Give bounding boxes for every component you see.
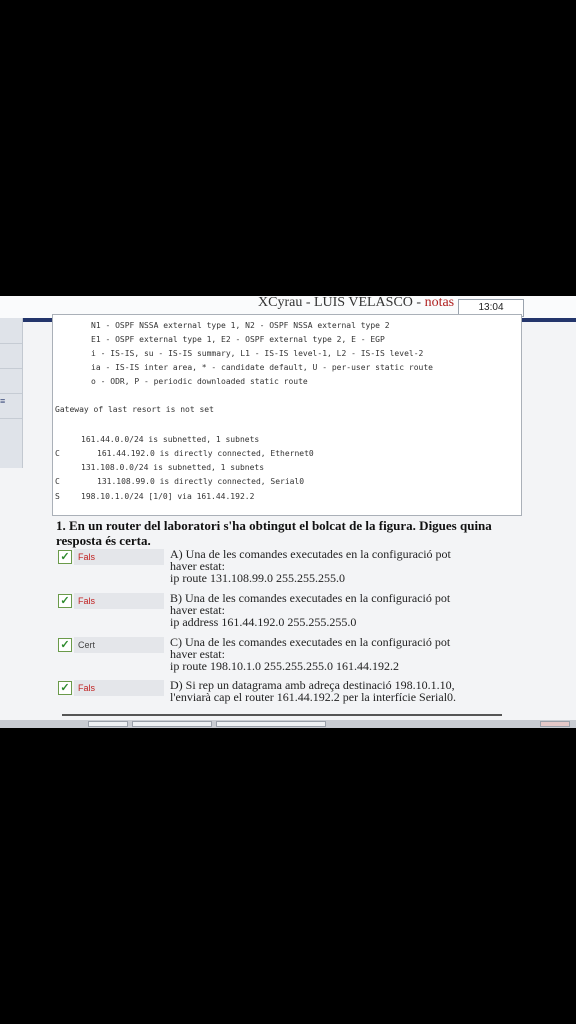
answer-option-d: ✓ Fals D) Si rep un datagrama amb adreça… [56, 679, 526, 723]
answer-status-badge[interactable]: Fals [74, 680, 164, 696]
taskbar-button[interactable] [132, 721, 212, 727]
browser-screen: XCyrau - LUIS VELASCO - notas 13:04 ≡ N1… [0, 296, 576, 728]
title-notas-link[interactable]: notas [425, 296, 455, 310]
answer-status-badge[interactable]: Fals [74, 593, 164, 609]
answer-line: l'enviarà cap el router 161.44.192.2 per… [170, 690, 457, 704]
taskbar-button[interactable] [216, 721, 326, 727]
answer-text: A) Una de les comandes executades en la … [170, 548, 520, 584]
route-code: S [55, 492, 60, 501]
dump-line: 198.10.1.0/24 [1/0] via 161.44.192.2 [81, 492, 255, 501]
answer-status-badge[interactable]: Fals [74, 549, 164, 565]
routing-table-figure: N1 - OSPF NSSA external type 1, N2 - OSP… [52, 314, 522, 516]
dump-line: 161.44.192.0 is directly connected, Ethe… [97, 449, 314, 458]
page-title: XCyrau - LUIS VELASCO - notas [258, 296, 454, 311]
answer-text: B) Una de les comandes executades en la … [170, 592, 520, 628]
sidebar-divider [0, 368, 22, 369]
taskbar [0, 720, 576, 728]
taskbar-button[interactable] [88, 721, 128, 727]
answer-option-a: ✓ Fals A) Una de les comandes executades… [56, 548, 526, 592]
sidebar-menu-icon[interactable]: ≡ [0, 396, 5, 406]
answer-line: ip route 198.10.1.0 255.255.255.0 161.44… [170, 659, 399, 673]
tray-area[interactable] [540, 721, 570, 727]
sidebar-divider [0, 418, 22, 419]
answer-checkbox[interactable]: ✓ [58, 550, 72, 564]
content-divider [62, 714, 502, 716]
answer-line: ip address 161.44.192.0 255.255.255.0 [170, 615, 357, 629]
left-sidebar[interactable]: ≡ [0, 318, 23, 468]
answer-line: ip route 131.108.99.0 255.255.255.0 [170, 571, 345, 585]
route-code: C [55, 477, 60, 486]
answer-option-c: ✓ Cert C) Una de les comandes executades… [56, 636, 526, 680]
dump-line: o - ODR, P - periodic downloaded static … [91, 377, 308, 386]
dump-line: Gateway of last resort is not set [55, 405, 214, 414]
dump-line: 131.108.0.0/24 is subnetted, 1 subnets [81, 463, 265, 472]
dump-line: i - IS-IS, su - IS-IS summary, L1 - IS-I… [91, 349, 424, 358]
dump-line: N1 - OSPF NSSA external type 1, N2 - OSP… [91, 321, 390, 330]
answer-checkbox[interactable]: ✓ [58, 594, 72, 608]
dump-line: 131.108.99.0 is directly connected, Seri… [97, 477, 305, 486]
route-code: C [55, 449, 60, 458]
sidebar-divider [0, 393, 22, 394]
dump-line: E1 - OSPF external type 1, E2 - OSPF ext… [91, 335, 385, 344]
answer-checkbox[interactable]: ✓ [58, 638, 72, 652]
dump-line: ia - IS-IS inter area, * - candidate def… [91, 363, 433, 372]
sidebar-divider [0, 343, 22, 344]
answer-option-b: ✓ Fals B) Una de les comandes executades… [56, 592, 526, 636]
answer-text: D) Si rep un datagrama amb adreça destin… [170, 679, 520, 703]
answer-status-badge[interactable]: Cert [74, 637, 164, 653]
title-main: XCyrau - LUIS VELASCO - [258, 296, 425, 310]
answer-text: C) Una de les comandes executades en la … [170, 636, 520, 672]
question-text: 1. En un router del laboratori s'ha obti… [56, 518, 492, 548]
dump-line: 161.44.0.0/24 is subnetted, 1 subnets [81, 435, 260, 444]
answer-checkbox[interactable]: ✓ [58, 681, 72, 695]
